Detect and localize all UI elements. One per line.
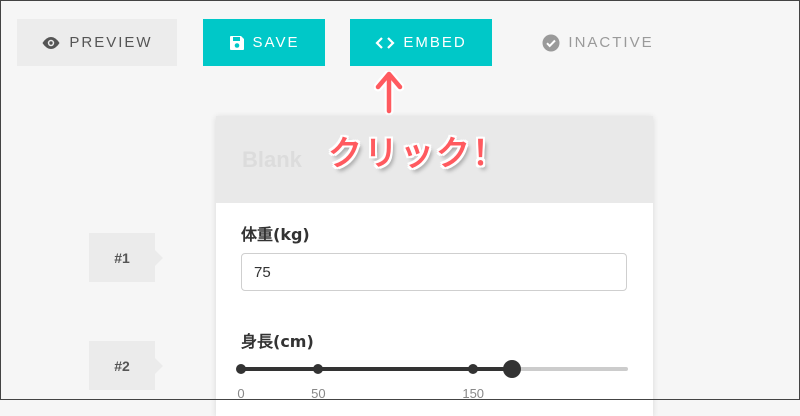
click-callout: クリック！ bbox=[328, 134, 508, 174]
form-title: Blank bbox=[242, 146, 302, 172]
floppy-disk-icon bbox=[229, 35, 245, 51]
slider-thumb[interactable] bbox=[502, 360, 521, 378]
eye-icon bbox=[41, 36, 61, 50]
step-badge-2: #2 bbox=[89, 341, 163, 390]
weight-label: 体重(kg) bbox=[241, 225, 310, 244]
slider-tick-dot bbox=[313, 364, 324, 374]
slider-tick-dot bbox=[468, 364, 479, 374]
inactive-toggle[interactable]: INACTIVE bbox=[528, 19, 668, 66]
step-badge-label: #1 bbox=[114, 249, 130, 266]
height-label: 身長(cm) bbox=[241, 332, 314, 351]
step-badge-1: #1 bbox=[89, 233, 163, 282]
inactive-label: INACTIVE bbox=[568, 34, 654, 51]
save-label: SAVE bbox=[252, 34, 300, 51]
up-arrow-icon bbox=[373, 69, 405, 120]
check-circle-icon bbox=[542, 34, 560, 52]
preview-label: PREVIEW bbox=[69, 34, 153, 51]
step-badge-label: #2 bbox=[114, 357, 130, 374]
embed-label: EMBED bbox=[403, 34, 467, 51]
height-slider[interactable]: 0 50 150 bbox=[236, 356, 628, 401]
save-button[interactable]: SAVE bbox=[203, 19, 325, 66]
slider-tick-label: 0 bbox=[237, 386, 245, 401]
weight-input[interactable] bbox=[241, 253, 627, 291]
slider-tick-label: 150 bbox=[462, 386, 485, 401]
embed-button[interactable]: EMBED bbox=[350, 19, 492, 66]
code-brackets-icon bbox=[375, 36, 395, 50]
slider-tick-dot bbox=[236, 364, 246, 374]
preview-button[interactable]: PREVIEW bbox=[17, 19, 177, 66]
slider-tick-label: 50 bbox=[311, 386, 326, 401]
